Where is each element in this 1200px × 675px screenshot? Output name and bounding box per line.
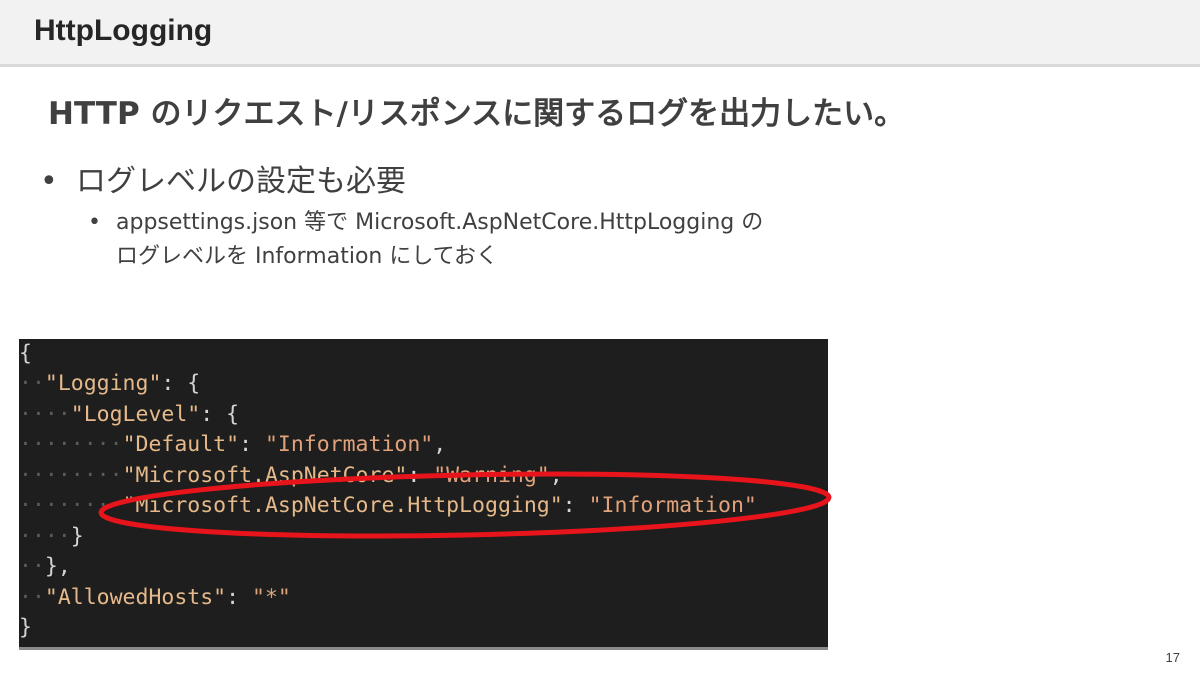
code-line-9: ··"AllowedHosts": "*" bbox=[19, 585, 291, 610]
code-line-5: ········"Microsoft.AspNetCore": "Warning… bbox=[19, 463, 563, 488]
code-line-6: ········"Microsoft.AspNetCore.HttpLoggin… bbox=[19, 493, 757, 518]
bullet-dot-icon: • bbox=[88, 210, 101, 235]
code-bottom-border bbox=[19, 647, 828, 650]
bullet-dot-icon: • bbox=[40, 164, 58, 199]
bullet-level2-line1: appsettings.json 等で Microsoft.AspNetCore… bbox=[116, 210, 764, 235]
code-line-3: ····"LogLevel": { bbox=[19, 402, 240, 427]
code-line-7: ····} bbox=[19, 524, 84, 549]
bullet-level1: • ログレベルの設定も必要 bbox=[40, 156, 406, 200]
bullet-level2: • appsettings.json 等で Microsoft.AspNetCo… bbox=[88, 206, 763, 274]
code-line-2: ··"Logging": { bbox=[19, 371, 201, 396]
page-number: 17 bbox=[1165, 650, 1180, 665]
slide-subtitle: HTTP のリクエスト/リスポンスに関するログを出力したい。 bbox=[48, 96, 906, 132]
slide-title: HttpLogging bbox=[34, 14, 213, 47]
header-divider bbox=[0, 64, 1200, 67]
code-line-8: ··}, bbox=[19, 554, 71, 579]
code-line-10: } bbox=[19, 615, 32, 640]
code-line-4: ········"Default": "Information", bbox=[19, 432, 447, 457]
bullet-level1-text: ログレベルの設定も必要 bbox=[76, 164, 406, 199]
code-line-1: { bbox=[19, 341, 32, 366]
bullet-level2-line2: ログレベルを Information にしておく bbox=[116, 244, 499, 269]
code-screenshot: { ··"Logging": { ····"LogLevel": { ·····… bbox=[19, 339, 828, 649]
